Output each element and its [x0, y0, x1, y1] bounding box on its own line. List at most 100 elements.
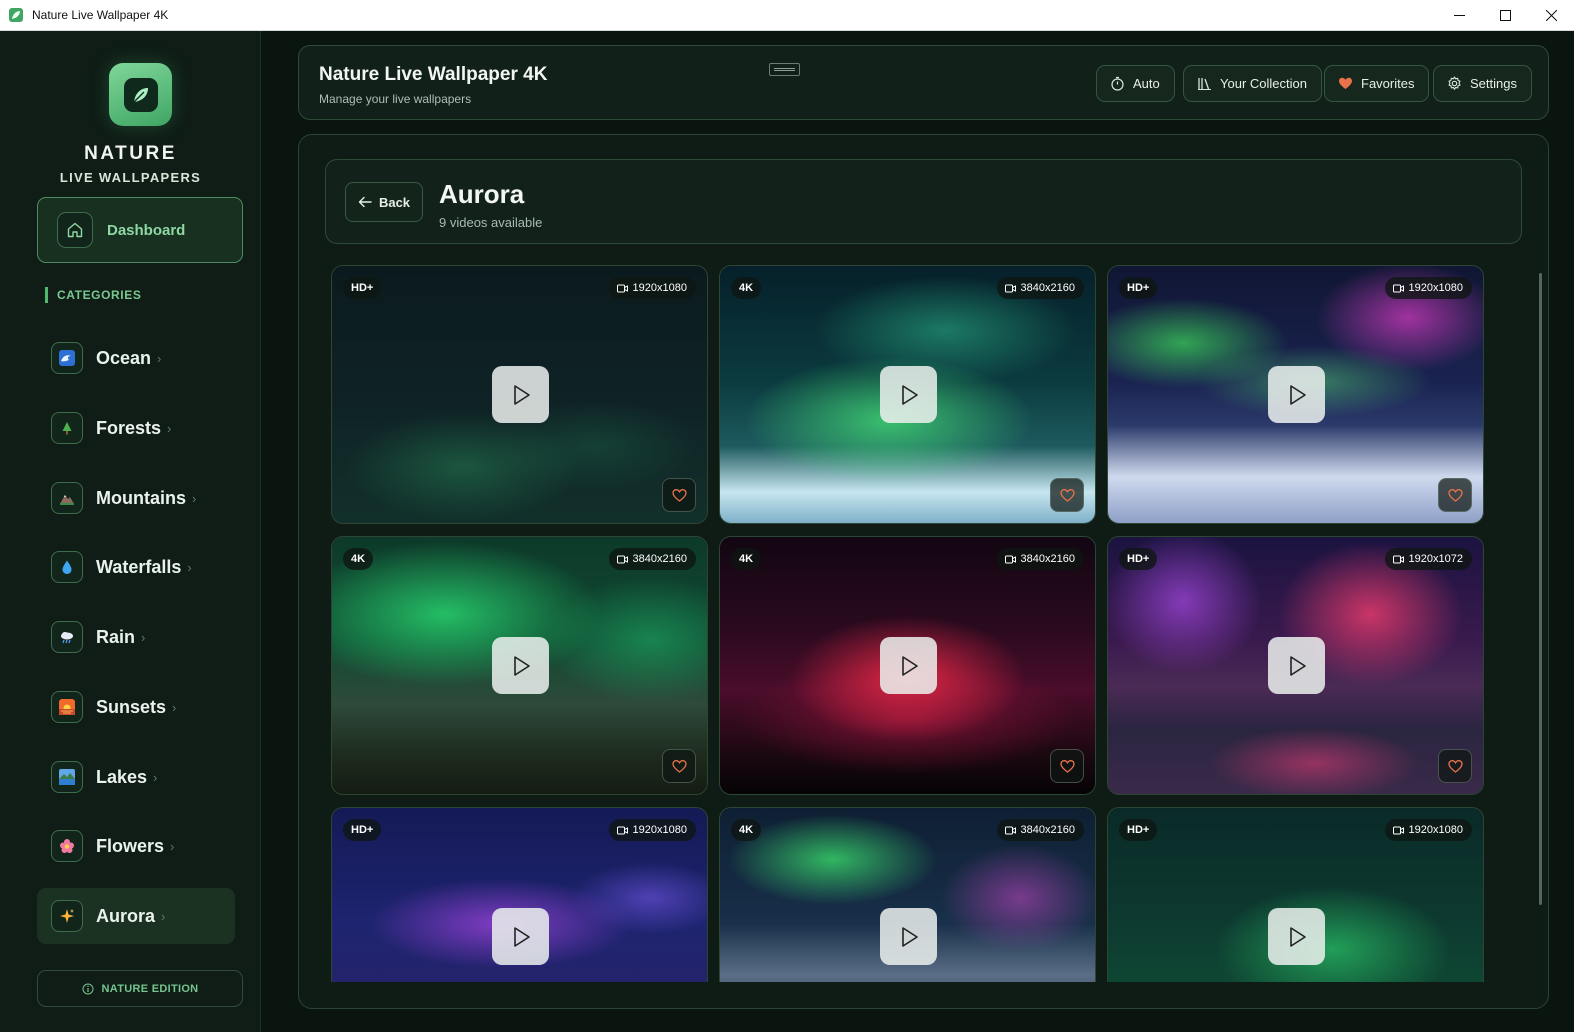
play-icon [901, 926, 918, 947]
resolution-badge: 1920x1080 [608, 819, 696, 841]
video-card[interactable]: HD+ 1920x1080 [331, 265, 708, 524]
sparkle-icon [60, 909, 74, 923]
maximize-button[interactable] [1482, 0, 1528, 31]
play-icon [513, 926, 530, 947]
header: Nature Live Wallpaper 4K Manage your liv… [298, 45, 1549, 120]
play-button[interactable] [492, 366, 549, 423]
sidebar-item-ocean[interactable]: Ocean › [37, 330, 235, 386]
video-card[interactable]: HD+ 1920x1080 [331, 807, 708, 982]
title-bar: Nature Live Wallpaper 4K [0, 0, 1574, 31]
close-button[interactable] [1528, 0, 1574, 31]
video-card[interactable]: 4K 3840x2160 [331, 536, 708, 795]
favorite-button[interactable] [1050, 749, 1084, 783]
quality-badge: HD+ [343, 277, 382, 299]
video-camera-icon [1004, 555, 1016, 563]
chevron-right-icon: › [153, 769, 158, 785]
tree-icon [62, 422, 72, 435]
chevron-right-icon: › [157, 350, 162, 366]
rain-cloud-icon [61, 632, 73, 644]
sidebar-item-label: Sunsets [96, 696, 167, 717]
leaf-icon [133, 87, 148, 102]
app-leaf-icon [9, 8, 23, 22]
play-button[interactable] [492, 908, 549, 965]
resolution-label: 3840x2160 [632, 553, 687, 565]
minimize-button[interactable] [1436, 0, 1482, 31]
play-button[interactable] [1268, 908, 1325, 965]
quality-badge: HD+ [1119, 277, 1158, 299]
flower-icon [60, 839, 74, 853]
drag-handle[interactable] [769, 63, 800, 76]
sidebar: NATURE LIVE WALLPAPERS Dashboard CATEGOR… [0, 31, 261, 1032]
video-card[interactable]: HD+ 1920x1072 [1107, 536, 1484, 795]
sidebar-item-flowers[interactable]: Flowers › [37, 818, 235, 874]
play-icon [1289, 926, 1306, 947]
play-icon [513, 655, 530, 676]
dashboard-button[interactable]: Dashboard [37, 197, 243, 263]
video-card[interactable]: 4K 3840x2160 [719, 807, 1096, 982]
category-icon-box [51, 551, 83, 583]
video-camera-icon [1004, 284, 1016, 292]
sidebar-item-label: Ocean [96, 347, 152, 368]
library-icon [1198, 78, 1211, 90]
settings-button[interactable]: Settings [1433, 65, 1532, 102]
favorite-button[interactable] [1050, 478, 1084, 512]
categories-heading: CATEGORIES [45, 287, 141, 303]
favorites-label: Favorites [1361, 76, 1415, 91]
heart-outline-icon [1447, 759, 1463, 773]
sidebar-item-waterfalls[interactable]: Waterfalls › [37, 539, 235, 595]
auto-button[interactable]: Auto [1096, 65, 1175, 102]
video-card[interactable]: 4K 3840x2160 [719, 265, 1096, 524]
video-card[interactable]: HD+ 1920x1080 [1107, 807, 1484, 982]
video-count: 9 videos available [439, 215, 543, 230]
play-button[interactable] [880, 637, 937, 694]
wave-icon [59, 350, 75, 366]
auto-label: Auto [1133, 76, 1160, 91]
category-icon-box [51, 830, 83, 862]
close-icon [1545, 10, 1557, 21]
video-card[interactable]: 4K 3840x2160 [719, 536, 1096, 795]
play-button[interactable] [492, 637, 549, 694]
play-button[interactable] [1268, 637, 1325, 694]
resolution-badge: 1920x1080 [608, 277, 696, 299]
play-icon [1289, 655, 1306, 676]
app-logo [109, 63, 172, 126]
brand-subtitle: LIVE WALLPAPERS [59, 170, 202, 185]
play-button[interactable] [880, 908, 937, 965]
page-title: Nature Live Wallpaper 4K [319, 64, 548, 85]
heart-outline-icon [1447, 488, 1463, 502]
sidebar-item-label: Lakes [96, 766, 148, 787]
sidebar-item-aurora[interactable]: Aurora › [37, 888, 235, 944]
play-icon [1289, 384, 1306, 405]
resolution-label: 1920x1080 [1408, 824, 1463, 836]
sidebar-item-mountains[interactable]: Mountains › [37, 470, 235, 526]
quality-badge: HD+ [1119, 548, 1158, 570]
sidebar-item-label: Forests [96, 417, 162, 438]
video-camera-icon [1004, 826, 1016, 834]
edition-badge: NATURE EDITION [37, 970, 243, 1007]
heart-outline-icon [671, 488, 687, 502]
sidebar-item-rain[interactable]: Rain › [37, 609, 235, 665]
window-title: Nature Live Wallpaper 4K [32, 8, 169, 22]
quality-badge: 4K [731, 277, 762, 299]
video-camera-icon [616, 555, 628, 563]
droplet-icon [62, 560, 72, 574]
settings-label: Settings [1470, 76, 1517, 91]
sidebar-item-lakes[interactable]: Lakes › [37, 749, 235, 805]
play-button[interactable] [1268, 366, 1325, 423]
back-button[interactable]: Back [345, 182, 423, 222]
resolution-label: 3840x2160 [1020, 553, 1075, 565]
play-button[interactable] [880, 366, 937, 423]
video-camera-icon [616, 284, 628, 292]
favorite-button[interactable] [1438, 749, 1472, 783]
your-collection-button[interactable]: Your Collection [1183, 65, 1322, 102]
sidebar-item-sunsets[interactable]: Sunsets › [37, 679, 235, 735]
favorite-button[interactable] [662, 749, 696, 783]
video-card[interactable]: HD+ 1920x1080 [1107, 265, 1484, 524]
favorite-button[interactable] [662, 478, 696, 512]
favorite-button[interactable] [1438, 478, 1472, 512]
sidebar-item-label: Aurora [96, 905, 156, 926]
resolution-badge: 3840x2160 [996, 819, 1084, 841]
scrollbar[interactable] [1539, 273, 1542, 905]
sidebar-item-forests[interactable]: Forests › [37, 400, 235, 456]
favorites-button[interactable]: Favorites [1324, 65, 1430, 102]
